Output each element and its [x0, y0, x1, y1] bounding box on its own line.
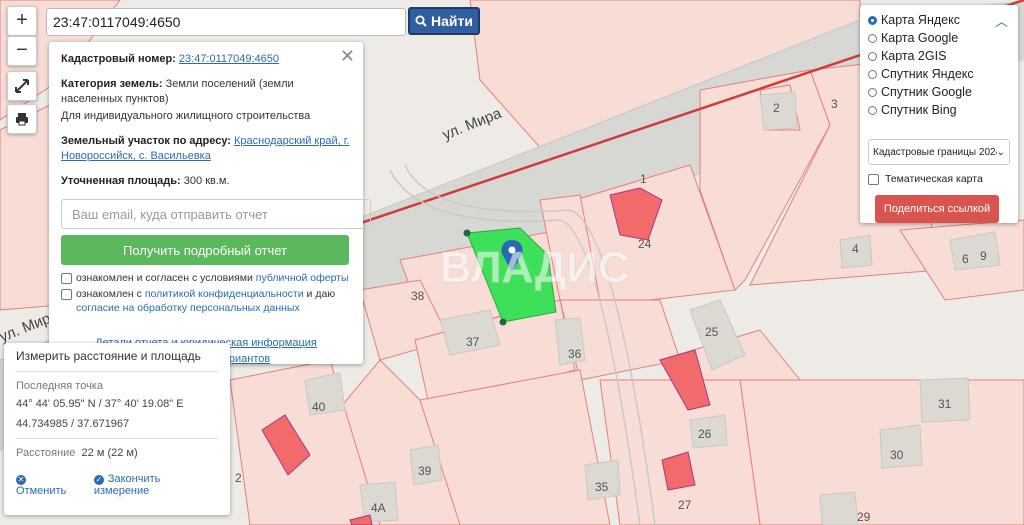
parcel-number: 6: [962, 252, 969, 266]
share-link-button[interactable]: Поделиться ссылкой: [875, 195, 999, 223]
parcel-number: 37: [466, 335, 480, 349]
offer-checkbox[interactable]: [61, 273, 72, 284]
parcel-number: 36: [568, 347, 582, 361]
layer-option[interactable]: Спутник Bing: [868, 101, 1010, 119]
boundaries-select[interactable]: Кадастровые границы 2024 ⌄: [868, 139, 1010, 165]
offer-link[interactable]: публичной оферты: [256, 272, 349, 284]
address-label: Земельный участок по адресу:: [61, 135, 231, 147]
parcel-number: 1: [640, 172, 647, 186]
search-button[interactable]: Найти: [408, 7, 480, 35]
parcel-number: 4А: [371, 501, 386, 515]
measure-title: Измерить расстояние и площадь: [16, 349, 201, 363]
zoom-in-button[interactable]: +: [7, 6, 37, 36]
thematic-checkbox[interactable]: [868, 173, 879, 185]
category-label: Категория земель:: [61, 78, 163, 90]
layer-option[interactable]: Спутник Яндекс: [868, 65, 1010, 83]
parcel-number: 30: [890, 448, 904, 462]
parcel-number: 35: [595, 480, 609, 494]
layers-panel: ︿ Карта Яндекс Карта Google Карта 2GIS С…: [860, 5, 1018, 223]
layer-label: Спутник Google: [881, 85, 972, 99]
parcel-number: 9: [980, 249, 987, 263]
privacy-checkbox[interactable]: [61, 289, 72, 300]
parcel-number: 4: [852, 242, 859, 256]
layer-option[interactable]: Спутник Google: [868, 83, 1010, 101]
cadastral-number-link[interactable]: 23:47:0117049:4650: [179, 53, 279, 65]
last-point-label: Последняя точка: [16, 380, 103, 392]
parcel-number: 2: [235, 471, 242, 485]
get-report-button[interactable]: Получить подробный отчет: [61, 235, 349, 265]
offer-text: ознакомлен и согласен с условиями: [76, 272, 253, 284]
cadastral-label: Кадастровый номер:: [61, 53, 176, 65]
layer-option[interactable]: Карта Яндекс: [868, 11, 1010, 29]
radio-selected: [868, 15, 877, 25]
privacy-link[interactable]: политикой конфиденциальности: [145, 288, 304, 300]
layer-label: Спутник Яндекс: [881, 67, 974, 81]
watermark: ВЛАДИС: [440, 243, 630, 292]
finish-label: Закончить измерение: [93, 473, 161, 497]
layer-label: Карта 2GIS: [881, 49, 947, 63]
layer-label: Карта Google: [881, 31, 959, 45]
parcel-number: 38: [411, 289, 425, 303]
coords-dms: 44° 44' 05.95" N / 37° 40' 19.08" E: [16, 398, 184, 410]
radio: [868, 69, 877, 79]
layer-option[interactable]: Карта 2GIS: [868, 47, 1010, 65]
thematic-map-toggle[interactable]: Тематическая карта: [868, 173, 1010, 185]
finish-measure-button[interactable]: ✓ Закончить измерение: [93, 473, 218, 497]
parcel-number: 27: [678, 498, 692, 512]
boundaries-value: Кадастровые границы 2024: [873, 146, 997, 158]
use-value: Для индивидуального жилищного строительс…: [61, 110, 311, 122]
expand-icon: [15, 79, 29, 93]
radio: [868, 51, 877, 61]
distance-label: Расстояние: [16, 447, 76, 459]
chevron-up-icon[interactable]: ︿: [995, 11, 1008, 30]
measure-panel: Измерить расстояние и площадь Последняя …: [4, 343, 230, 515]
parcel-number: 39: [418, 464, 432, 478]
privacy-text-2: и даю: [306, 288, 336, 300]
parcel-number: 2: [773, 101, 780, 115]
parcel-number: 31: [938, 397, 952, 411]
zoom-out-button[interactable]: −: [7, 36, 37, 66]
radio: [868, 33, 877, 43]
radio: [868, 105, 877, 115]
layer-label: Карта Яндекс: [881, 13, 960, 27]
cancel-measure-button[interactable]: ✕Отменить: [16, 473, 80, 497]
cancel-label: Отменить: [16, 485, 67, 497]
coords-decimal: 44.734985 / 37.671967: [16, 418, 130, 430]
parcel-number: 3: [831, 97, 838, 111]
layer-option[interactable]: Карта Google: [868, 29, 1010, 47]
printer-icon: [16, 113, 28, 126]
search-button-label: Найти: [431, 13, 473, 29]
cancel-icon: ✕: [16, 475, 26, 485]
search-input[interactable]: [46, 8, 406, 36]
parcel-number: 25: [705, 325, 719, 339]
area-label: Уточненная площадь:: [61, 175, 181, 187]
distance-value: 22 м (22 м): [81, 447, 138, 459]
parcel-number: 26: [698, 427, 712, 441]
layer-label: Спутник Bing: [881, 103, 957, 117]
fullscreen-button[interactable]: [7, 71, 37, 101]
parcel-number: 29: [857, 510, 871, 524]
parcel-info-panel: ✕ Кадастровый номер: 23:47:0117049:4650 …: [49, 42, 371, 365]
area-value: 300 кв.м.: [183, 175, 230, 187]
search-icon: [415, 15, 427, 27]
check-icon: ✓: [93, 475, 104, 485]
thematic-label: Тематическая карта: [885, 173, 983, 185]
chevron-down-icon: ⌄: [996, 146, 1005, 158]
parcel-number: 40: [312, 400, 326, 414]
email-field[interactable]: Ваш email, куда отправить отчет: [61, 199, 371, 229]
consent-link[interactable]: согласие на обработку персональных данны…: [76, 302, 300, 314]
print-button[interactable]: [7, 104, 37, 134]
parcel-number: 24: [638, 237, 652, 251]
close-icon[interactable]: ✕: [340, 46, 355, 67]
radio: [868, 87, 877, 97]
privacy-text: ознакомлен с: [76, 288, 142, 300]
